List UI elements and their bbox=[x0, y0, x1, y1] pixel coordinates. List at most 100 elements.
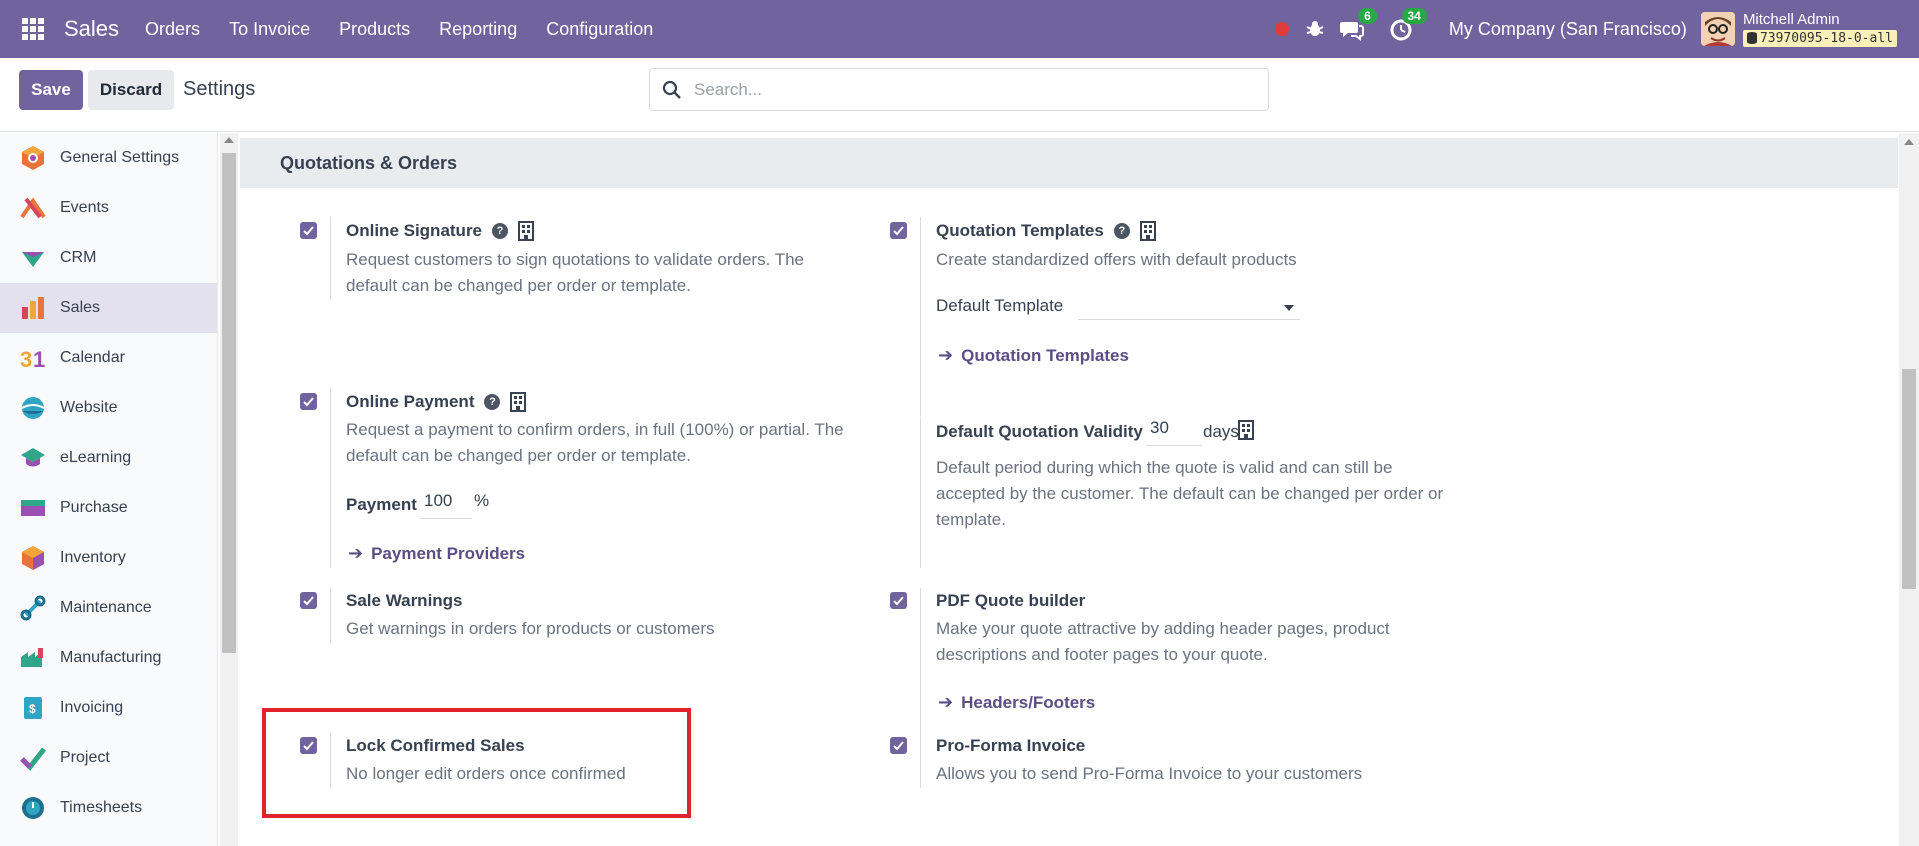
pro-forma-invoice-description: Allows you to send Pro-Forma Invoice to … bbox=[936, 764, 1363, 783]
sidebar-scrollbar[interactable] bbox=[220, 133, 238, 846]
divider bbox=[920, 588, 921, 743]
sidebar-label: CRM bbox=[60, 249, 97, 266]
menu-to-invoice[interactable]: To Invoice bbox=[229, 19, 310, 40]
sidebar-item-calendar[interactable]: 3 1 Calendar bbox=[0, 333, 217, 383]
sidebar-label: Invoicing bbox=[60, 699, 124, 716]
sales-icon bbox=[22, 297, 44, 319]
quotation-templates-link[interactable]: ➔ Quotation Templates bbox=[938, 345, 1129, 366]
check-icon bbox=[303, 226, 314, 236]
sidebar-item-inventory[interactable]: Inventory bbox=[0, 533, 217, 583]
discard-button[interactable]: Discard bbox=[88, 70, 174, 110]
sidebar-item-maintenance[interactable]: Maintenance bbox=[0, 583, 217, 633]
headers-footers-link[interactable]: ➔ Headers/Footers bbox=[938, 692, 1095, 713]
inventory-icon bbox=[22, 546, 44, 570]
sidebar-item-purchase[interactable]: Purchase bbox=[0, 483, 217, 533]
sidebar-scroll-thumb[interactable] bbox=[222, 153, 236, 653]
menu-orders[interactable]: Orders bbox=[145, 19, 200, 40]
sidebar-item-crm[interactable]: CRM bbox=[0, 233, 217, 283]
quotation-templates-description: Create standardized offers with default … bbox=[936, 250, 1297, 269]
search-input[interactable] bbox=[694, 79, 1254, 100]
check-icon bbox=[893, 596, 904, 606]
pdf-quote-builder-title: PDF Quote builder bbox=[936, 591, 1086, 610]
divider bbox=[330, 388, 331, 568]
divider bbox=[330, 588, 331, 643]
online-payment-label: Online Payment bbox=[346, 392, 475, 411]
sidebar-item-sales[interactable]: Sales bbox=[0, 283, 217, 333]
sale-warnings-checkbox[interactable] bbox=[300, 592, 317, 609]
divider bbox=[920, 217, 921, 417]
sidebar-item-general-settings[interactable]: General Settings bbox=[0, 133, 217, 183]
quotation-templates-link-label: Quotation Templates bbox=[961, 345, 1129, 365]
sidebar-item-website[interactable]: Website bbox=[0, 383, 217, 433]
scroll-up-icon[interactable] bbox=[1904, 139, 1914, 145]
sidebar-label: Website bbox=[60, 399, 118, 416]
sidebar-item-manufacturing[interactable]: Manufacturing bbox=[0, 633, 217, 683]
sidebar-label: Project bbox=[60, 749, 110, 766]
pro-forma-invoice-checkbox[interactable] bbox=[890, 737, 907, 754]
check-icon bbox=[893, 226, 904, 236]
timesheets-icon bbox=[22, 797, 44, 819]
pdf-quote-builder-description: Make your quote attractive by adding hea… bbox=[936, 619, 1390, 664]
search-box[interactable] bbox=[649, 68, 1269, 111]
online-payment-description: Request a payment to confirm orders, in … bbox=[346, 420, 844, 465]
app-grid-icon[interactable] bbox=[22, 18, 44, 40]
payment-providers-link[interactable]: ➔ Payment Providers bbox=[348, 543, 525, 564]
sidebar-label: General Settings bbox=[60, 149, 180, 166]
sidebar-item-elearning[interactable]: eLearning bbox=[0, 433, 217, 483]
messages-icon[interactable]: 6 bbox=[1339, 8, 1377, 42]
quotation-validity-description: Default period during which the quote is… bbox=[936, 458, 1444, 529]
building-icon bbox=[1238, 420, 1254, 440]
sidebar-item-timesheets[interactable]: Timesheets bbox=[0, 783, 217, 833]
help-icon[interactable]: ? bbox=[484, 394, 501, 410]
online-signature-checkbox[interactable] bbox=[300, 222, 317, 239]
main-scroll-thumb[interactable] bbox=[1902, 369, 1916, 589]
general-settings-icon bbox=[22, 146, 44, 170]
help-icon[interactable]: ? bbox=[1113, 223, 1130, 239]
app-brand[interactable]: Sales bbox=[64, 16, 119, 42]
bug-icon[interactable] bbox=[1305, 19, 1325, 39]
sidebar-item-project[interactable]: Project bbox=[0, 733, 217, 783]
search-icon bbox=[662, 80, 681, 99]
lock-confirmed-sales-description: No longer edit orders once confirmed bbox=[346, 764, 626, 783]
save-button[interactable]: Save bbox=[19, 70, 83, 110]
lock-confirmed-sales-title: Lock Confirmed Sales bbox=[346, 736, 525, 755]
lock-confirmed-sales-checkbox[interactable] bbox=[300, 737, 317, 754]
quotation-templates-title: Quotation Templates ? bbox=[936, 221, 1156, 241]
sidebar-item-events[interactable]: Events bbox=[0, 183, 217, 233]
divider bbox=[920, 733, 921, 788]
payment-label: Payment bbox=[346, 495, 417, 514]
quotation-validity-input[interactable]: 30 bbox=[1146, 418, 1202, 446]
pdf-quote-builder-checkbox[interactable] bbox=[890, 592, 907, 609]
online-payment-checkbox[interactable] bbox=[300, 393, 317, 410]
sale-warnings-title: Sale Warnings bbox=[346, 591, 463, 610]
svg-text:3: 3 bbox=[20, 347, 32, 371]
main-scrollbar[interactable] bbox=[1899, 133, 1919, 846]
building-icon bbox=[510, 392, 527, 412]
purchase-icon bbox=[21, 500, 45, 516]
quotation-templates-label: Quotation Templates bbox=[936, 221, 1104, 240]
activities-icon[interactable]: 34 bbox=[1389, 8, 1427, 42]
quotation-templates-checkbox[interactable] bbox=[890, 222, 907, 239]
page-title: Settings bbox=[183, 78, 256, 100]
sidebar-label: Inventory bbox=[60, 549, 126, 566]
website-icon bbox=[21, 397, 45, 419]
chevron-down-icon[interactable] bbox=[1284, 305, 1294, 311]
arrow-right-icon: ➔ bbox=[938, 692, 954, 712]
record-icon[interactable] bbox=[1274, 22, 1289, 36]
user-menu[interactable]: Mitchell Admin 73970095-18-0-all bbox=[1742, 11, 1897, 47]
sidebar-item-invoicing[interactable]: $ Invoicing bbox=[0, 683, 217, 733]
help-icon[interactable]: ? bbox=[492, 223, 509, 239]
divider bbox=[330, 217, 331, 299]
menu-configuration[interactable]: Configuration bbox=[546, 19, 653, 40]
company-switcher[interactable]: My Company (San Francisco) bbox=[1449, 19, 1687, 40]
maintenance-icon bbox=[20, 595, 46, 621]
crm-icon bbox=[22, 252, 44, 267]
menu-products[interactable]: Products bbox=[339, 19, 410, 40]
default-template-select[interactable] bbox=[1078, 294, 1300, 320]
section-header: Quotations & Orders bbox=[240, 138, 1898, 188]
menu-reporting[interactable]: Reporting bbox=[439, 19, 517, 40]
scroll-up-icon[interactable] bbox=[224, 137, 234, 143]
avatar[interactable] bbox=[1700, 12, 1735, 46]
payment-percent-input[interactable]: 100 bbox=[420, 491, 472, 519]
arrow-right-icon: ➔ bbox=[938, 345, 954, 365]
